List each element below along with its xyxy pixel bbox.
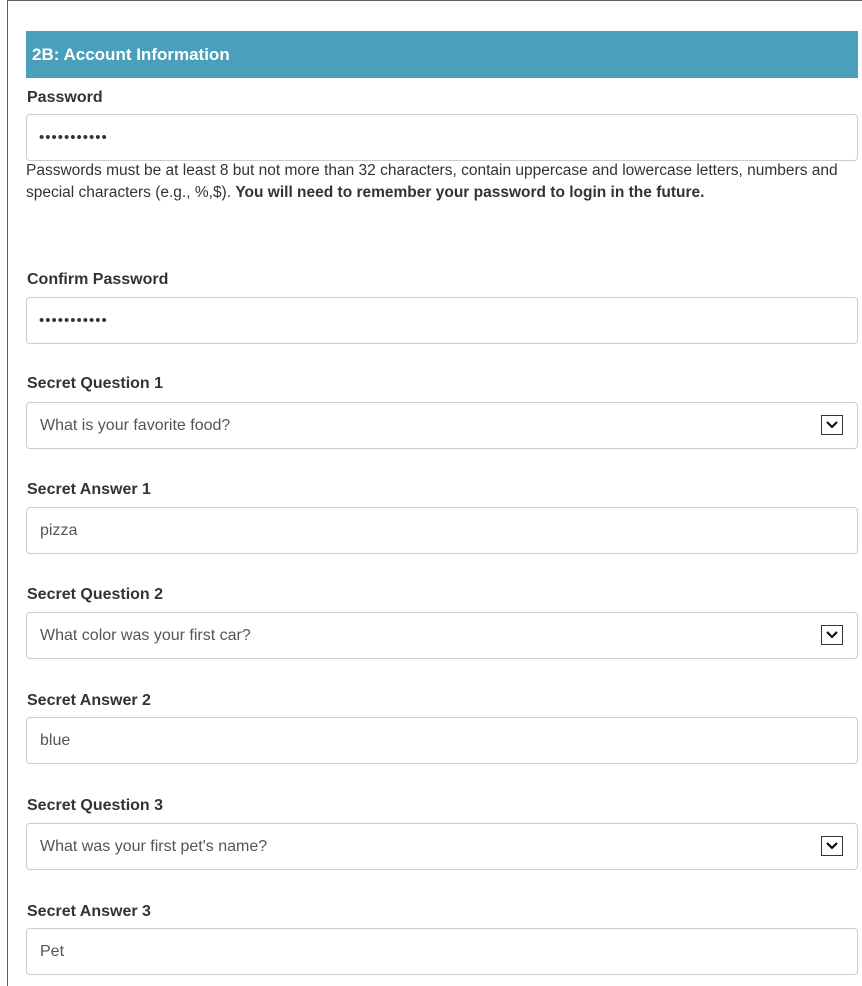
chevron-down-icon[interactable] (821, 415, 843, 435)
secret-question-2-value: What color was your first car? (40, 627, 251, 644)
secret-question-1-label: Secret Question 1 (27, 375, 164, 392)
secret-question-2-select[interactable]: What color was your first car? (26, 612, 858, 659)
secret-answer-2-field[interactable]: blue (26, 717, 858, 764)
confirm-password-field[interactable]: ••••••••••• (26, 297, 858, 344)
password-help-bold: You will need to remember your password … (235, 184, 705, 201)
secret-question-1-value: What is your favorite food? (40, 417, 231, 434)
chevron-down-icon[interactable] (821, 625, 843, 645)
secret-question-3-select[interactable]: What was your first pet's name? (26, 823, 858, 870)
secret-question-1-select[interactable]: What is your favorite food? (26, 402, 858, 449)
section-header: 2B: Account Information (26, 31, 858, 78)
secret-question-3-label: Secret Question 3 (27, 797, 164, 814)
secret-answer-1-field[interactable]: pizza (26, 507, 858, 554)
secret-answer-1-label: Secret Answer 1 (27, 481, 151, 498)
password-label: Password (27, 89, 103, 106)
secret-question-3-value: What was your first pet's name? (40, 838, 268, 855)
chevron-down-icon[interactable] (821, 836, 843, 856)
secret-answer-3-field[interactable]: Pet (26, 928, 858, 975)
secret-question-2-label: Secret Question 2 (27, 586, 164, 603)
password-field[interactable]: ••••••••••• (26, 114, 858, 161)
confirm-password-label: Confirm Password (27, 271, 169, 288)
secret-answer-2-label: Secret Answer 2 (27, 692, 151, 709)
password-help-text: Passwords must be at least 8 but not mor… (26, 160, 858, 204)
secret-answer-3-label: Secret Answer 3 (27, 903, 151, 920)
